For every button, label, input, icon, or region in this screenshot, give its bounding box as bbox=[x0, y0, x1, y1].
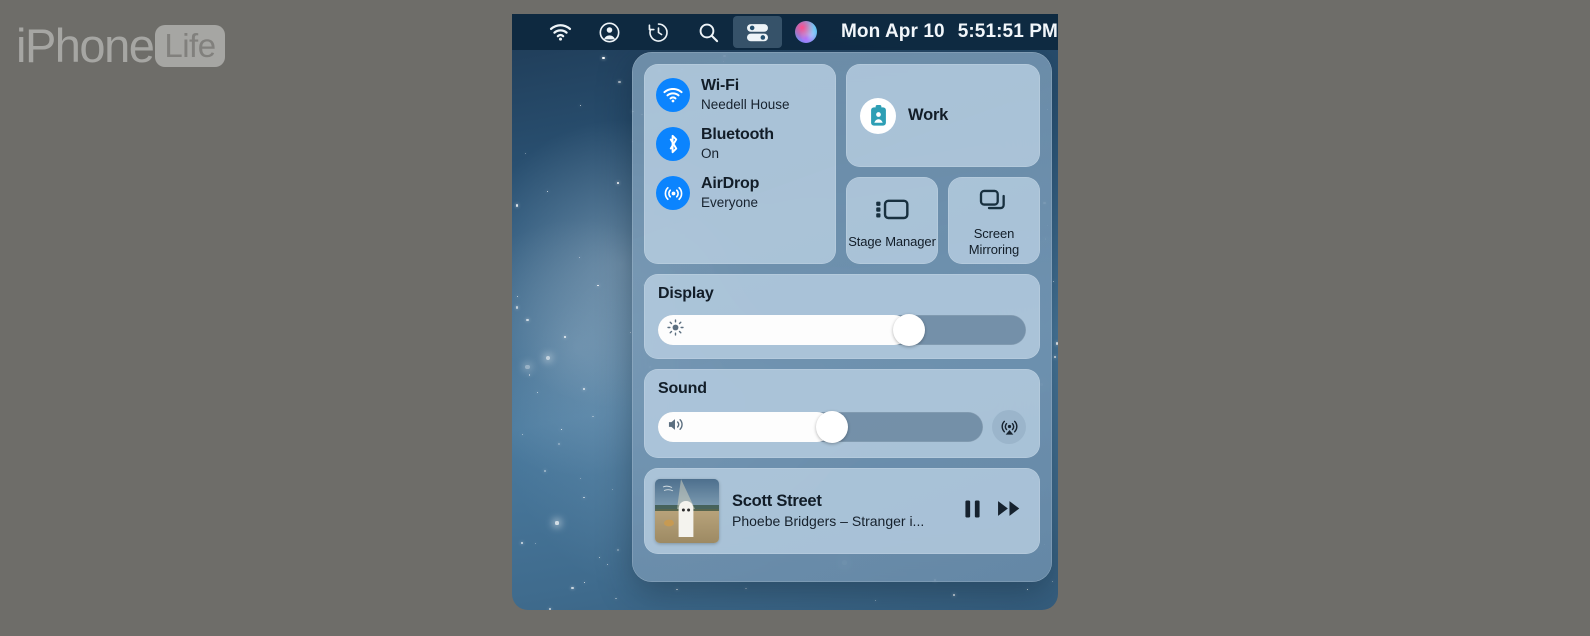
airdrop-title: AirDrop bbox=[701, 175, 760, 193]
menubar-clock[interactable]: Mon Apr 10 5:51:51 PM bbox=[841, 21, 1058, 43]
bluetooth-row[interactable]: Bluetooth On bbox=[656, 126, 824, 161]
album-artwork[interactable] bbox=[655, 479, 719, 543]
brightness-slider[interactable] bbox=[658, 314, 1026, 346]
wifi-icon bbox=[656, 78, 690, 112]
volume-icon bbox=[667, 416, 686, 438]
brightness-slider-knob[interactable] bbox=[893, 314, 926, 346]
sound-section: Sound bbox=[644, 369, 1040, 458]
pause-button[interactable] bbox=[964, 499, 981, 524]
bluetooth-icon bbox=[656, 127, 690, 161]
now-playing-controls bbox=[964, 499, 1029, 524]
screen-mirroring-label: Screen Mirroring bbox=[968, 226, 1020, 257]
wifi-row[interactable]: Wi-Fi Needell House bbox=[656, 77, 824, 112]
focus-mode-label: Work bbox=[908, 106, 949, 124]
wifi-text: Wi-Fi Needell House bbox=[701, 77, 790, 112]
menubar-control-center-icon[interactable] bbox=[732, 16, 782, 48]
menubar-time-machine-icon[interactable] bbox=[634, 14, 683, 50]
display-section: Display bbox=[644, 274, 1040, 359]
display-title: Display bbox=[658, 285, 714, 302]
sound-title: Sound bbox=[658, 380, 707, 397]
siri-orb bbox=[795, 21, 818, 43]
menu-bar: Mon Apr 10 5:51:51 PM bbox=[512, 14, 1058, 50]
now-playing-meta: Scott Street Phoebe Bridgers – Stranger … bbox=[732, 492, 951, 530]
stage-manager-icon bbox=[875, 196, 909, 227]
bluetooth-title: Bluetooth bbox=[701, 126, 774, 144]
id-badge-icon bbox=[860, 97, 896, 134]
menubar-date-text: Mon Apr 10 bbox=[840, 21, 945, 42]
now-playing-card: Scott Street Phoebe Bridgers – Stranger … bbox=[644, 468, 1040, 554]
menubar-wifi-icon[interactable] bbox=[536, 14, 585, 50]
screenshot-root: iPhone Life Mon Apr 10 5:51:51 PM Wi-Fi … bbox=[0, 0, 1590, 636]
wifi-subtitle: Needell House bbox=[701, 96, 790, 112]
album-art-stranger-in-the-alps bbox=[655, 479, 719, 543]
now-playing-artist: Phoebe Bridgers – Stranger i... bbox=[732, 514, 925, 530]
display-slider-row bbox=[658, 314, 1026, 346]
airdrop-text: AirDrop Everyone bbox=[701, 175, 760, 210]
next-track-button[interactable] bbox=[997, 499, 1021, 523]
stage-manager-button[interactable]: Stage Manager bbox=[846, 177, 938, 264]
control-center-tiles: Stage Manager Screen Mirroring bbox=[846, 177, 1040, 264]
menubar-time-text: 5:51:51 PM bbox=[957, 21, 1058, 42]
bluetooth-subtitle: On bbox=[701, 145, 720, 161]
focus-mode-button[interactable]: Work bbox=[846, 64, 1040, 167]
brightness-icon bbox=[667, 319, 684, 341]
menubar-user-account-icon[interactable] bbox=[585, 14, 634, 50]
airdrop-row[interactable]: AirDrop Everyone bbox=[656, 175, 824, 210]
logo-life-badge: Life bbox=[155, 24, 225, 67]
volume-slider[interactable] bbox=[658, 411, 983, 443]
bluetooth-text: Bluetooth On bbox=[701, 126, 774, 161]
sound-slider-row bbox=[658, 410, 1026, 444]
logo-text-life: Life bbox=[164, 26, 216, 64]
fast-forward-icon bbox=[998, 501, 1020, 516]
screen-mirroring-button[interactable]: Screen Mirroring bbox=[948, 177, 1040, 264]
airplay-audio-icon bbox=[1000, 420, 1018, 435]
volume-slider-knob[interactable] bbox=[816, 411, 849, 443]
logo-text-iphone: iPhone bbox=[16, 19, 155, 72]
control-center-top-row: Wi-Fi Needell House Bluetooth On AirDrop… bbox=[644, 64, 1040, 264]
brightness-slider-fill bbox=[658, 315, 910, 345]
screen-mirroring-icon bbox=[979, 188, 1009, 219]
menubar-siri-icon[interactable] bbox=[782, 14, 831, 50]
mac-desktop-screen: Mon Apr 10 5:51:51 PM Wi-Fi Needell Hous… bbox=[512, 14, 1058, 610]
now-playing-title: Scott Street bbox=[732, 492, 822, 511]
airplay-audio-button[interactable] bbox=[992, 410, 1026, 444]
airdrop-subtitle: Everyone bbox=[701, 194, 759, 210]
pause-icon bbox=[965, 500, 980, 517]
control-center-panel: Wi-Fi Needell House Bluetooth On AirDrop… bbox=[632, 52, 1052, 582]
menubar-spotlight-search-icon[interactable] bbox=[683, 14, 732, 50]
control-center-right-column: Work Stage Manager Screen Mirroring bbox=[846, 64, 1040, 264]
iphonelife-watermark-logo: iPhone Life bbox=[16, 22, 225, 69]
stage-manager-label: Stage Manager bbox=[848, 233, 936, 249]
wifi-title: Wi-Fi bbox=[701, 77, 739, 95]
connectivity-card: Wi-Fi Needell House Bluetooth On AirDrop… bbox=[644, 64, 836, 264]
airdrop-icon bbox=[656, 176, 690, 210]
